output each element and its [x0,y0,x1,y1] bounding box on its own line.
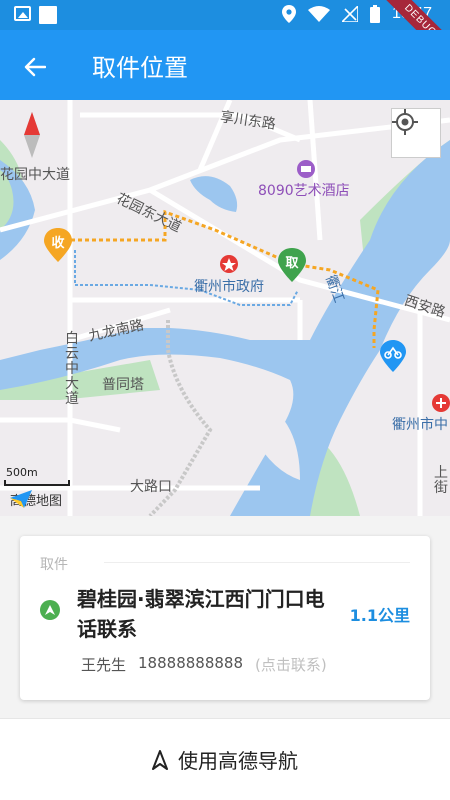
map-canvas [0,100,450,516]
map-label-poi: 衢州市中 [392,417,448,433]
notification-icon [39,6,57,24]
wifi-icon [307,6,330,22]
pickup-marker[interactable]: 取 [278,248,306,284]
arrow-left-icon [24,57,46,77]
map-label-road: 花园中大道 [0,167,70,183]
battery-icon [369,5,380,23]
amap-navigation-button[interactable]: 使用高德导航 [0,718,450,800]
map-label-poi: 衢州市政府 [194,279,264,295]
receive-marker-label: 收 [51,236,65,251]
crosshair-icon [392,109,418,135]
compass-icon[interactable] [22,112,42,158]
contact-name: 王先生 [81,656,127,674]
government-icon [220,255,238,273]
receive-marker[interactable]: 收 [44,228,72,262]
navigation-arrow-icon [40,600,60,620]
contact-phone[interactable]: 18888888888 [138,654,243,675]
map-scale-label: 500m [6,466,38,479]
map-label-poi: 普同塔 [102,377,144,393]
contact-row[interactable]: 王先生 18888888888 (点击联系) [81,654,327,675]
map-label-road: 大路口 [130,479,172,495]
status-bar: 10:47 DEBUG [0,0,450,70]
card-divider [104,562,410,563]
contact-hint[interactable]: (点击联系) [255,654,327,675]
map-label-hotel: 8090艺术酒店 [258,183,350,199]
courier-marker-icon[interactable] [380,340,406,372]
navigation-icon [152,749,168,770]
card-tag: 取件 [40,557,68,573]
page-title: 取件位置 [92,54,188,82]
amap-logo-icon [10,490,32,508]
locate-button[interactable] [391,108,441,158]
pickup-marker-label: 取 [285,256,299,271]
poi-icon [432,394,450,412]
distance-label: 1.1公里 [349,606,410,625]
back-button[interactable] [18,50,52,84]
location-icon [281,5,296,23]
map-scale-bar [4,480,70,486]
signal-icon [341,6,358,22]
map-label-road: 上街 [434,465,448,496]
pickup-info-card: 取件 碧桂园·翡翠滨江西门门口电话联系 1.1公里 王先生 1888888888… [20,536,430,700]
amap-logo: 高德地图 [10,490,62,509]
hotel-icon [297,160,315,178]
map-label-road: 白云中大道 [65,331,79,407]
image-icon [14,6,31,21]
map-view[interactable]: 享川东路 花园中大道 8090艺术酒店 花园东大道 衢州市政府 衢江 西安路 九… [0,100,450,516]
pickup-address: 碧桂园·翡翠滨江西门门口电话联系 [77,587,325,641]
app-bar: 取件位置 [0,30,450,100]
navigation-label: 使用高德导航 [178,749,298,773]
